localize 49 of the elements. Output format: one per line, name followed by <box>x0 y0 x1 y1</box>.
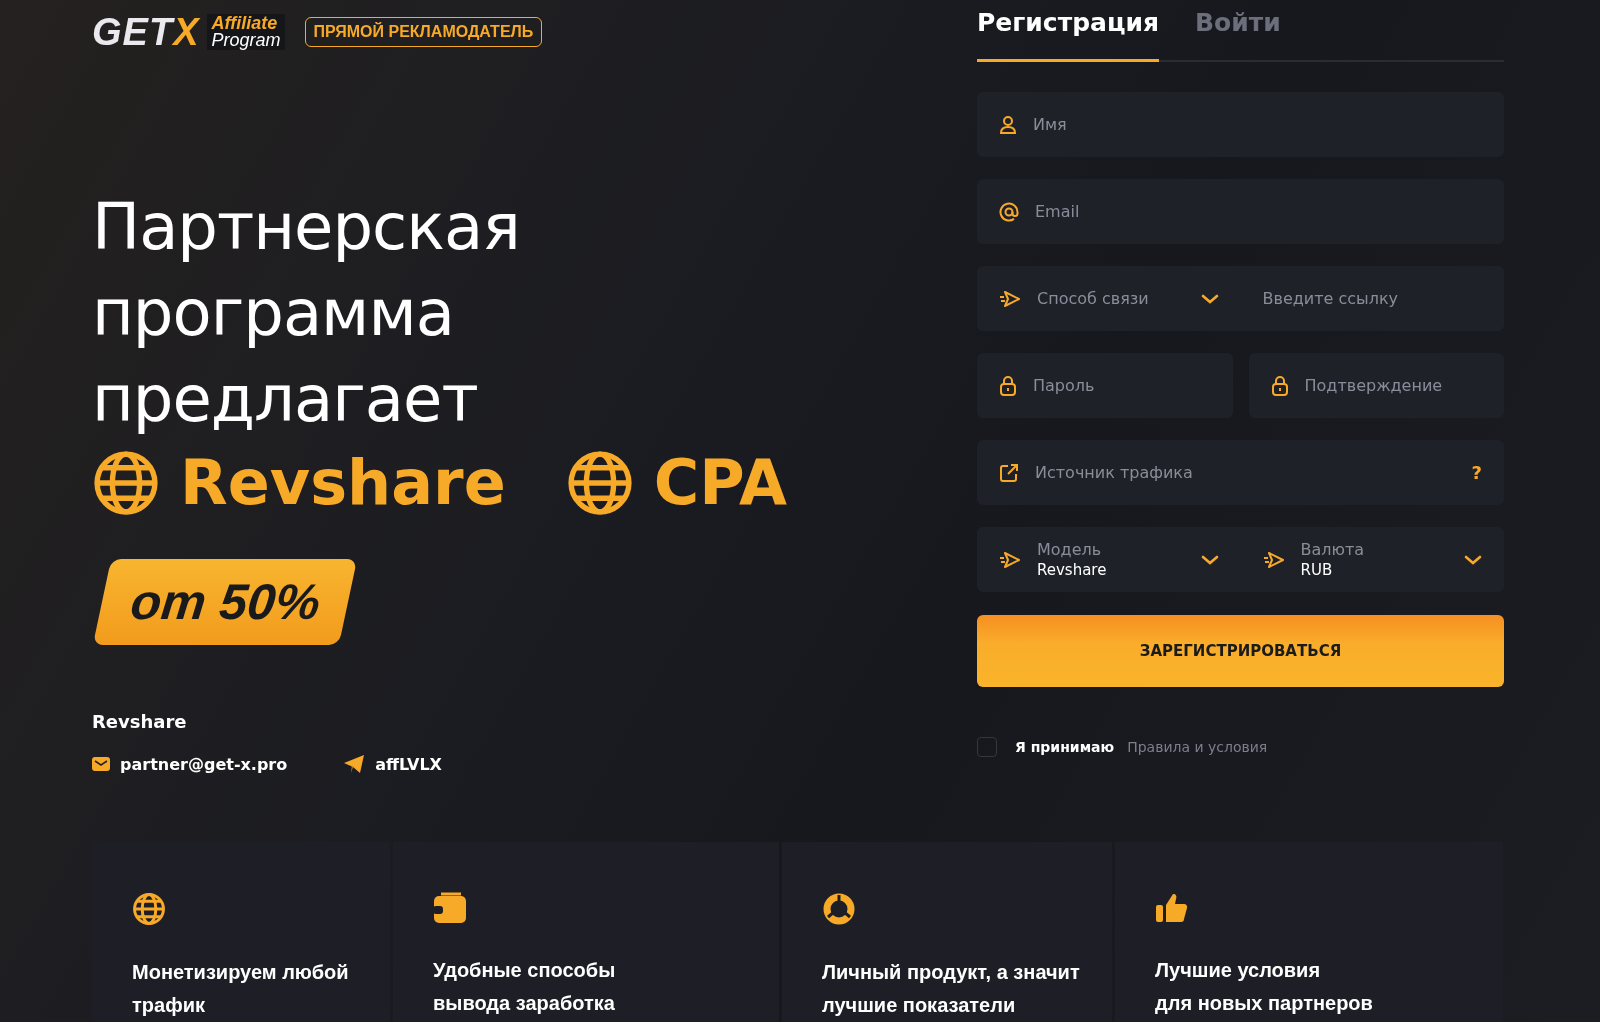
paper-plane-icon <box>999 549 1021 570</box>
input-field[interactable]: Источник трафика ? <box>977 440 1504 505</box>
input-field[interactable]: Email <box>977 179 1504 244</box>
tab[interactable]: Регистрация <box>977 0 1160 62</box>
model-name: CPA <box>653 446 787 519</box>
at-icon <box>999 201 1019 222</box>
select-field[interactable]: Способ связи <box>977 266 1241 331</box>
promo-badge: от 50% <box>92 559 358 645</box>
contact-link[interactable]: partner@get-x.pro <box>120 754 288 774</box>
paper-plane-icon <box>1262 549 1285 570</box>
user-icon <box>999 114 1017 135</box>
globe-icon <box>92 448 160 517</box>
input-field[interactable]: Имя <box>977 92 1504 157</box>
headline: Партнерская <box>92 189 520 266</box>
chevron-down-icon <box>1200 293 1219 304</box>
terms-label: Я принимаю <box>1015 739 1115 755</box>
register-button[interactable]: ЗАРЕГИСТРИРОВАТЬСЯ <box>977 615 1504 687</box>
chevron-down-icon <box>1464 554 1482 565</box>
select-field[interactable]: Валюта RUB <box>1240 527 1504 592</box>
paper-plane-icon <box>343 754 366 774</box>
globe-icon <box>565 448 634 517</box>
globe-icon <box>132 892 166 926</box>
lock-icon <box>1270 375 1289 396</box>
input-field[interactable]: Введите ссылку <box>1240 266 1504 331</box>
headline: программа <box>92 275 454 352</box>
input-field[interactable]: Пароль <box>977 353 1233 418</box>
pie-chart-icon <box>822 892 856 926</box>
wallet-icon <box>433 892 467 924</box>
headline: предлагает <box>92 361 478 438</box>
feature-title: Лучшие условия для новых партнеров <box>1155 958 1373 1016</box>
contact-heading: Revshare <box>92 711 188 732</box>
terms-checkbox[interactable] <box>977 737 997 757</box>
terms-link[interactable]: Правила и условия <box>1127 739 1268 755</box>
chevron-down-icon <box>1200 554 1219 565</box>
advertiser-badge: ПРЯМОЙ РЕКЛАМОДАТЕЛЬ <box>304 17 543 47</box>
feature-title: Личный продукт, а значит лучшие показатели <box>822 960 1080 1018</box>
envelope-icon <box>92 756 110 772</box>
lock-icon <box>999 375 1017 396</box>
help-icon[interactable]: ? <box>1471 462 1482 483</box>
model-name: Revshare <box>180 446 506 519</box>
feature-title: Удобные способы вывода заработка <box>433 958 616 1016</box>
external-link-icon <box>999 462 1019 483</box>
tab[interactable]: Войти <box>1195 0 1281 62</box>
paper-plane-icon <box>999 288 1021 309</box>
thumbs-up-icon <box>1155 892 1189 924</box>
contact-link[interactable]: affLVLX <box>375 754 442 774</box>
select-field[interactable]: Модель Revshare <box>977 527 1241 592</box>
feature-title: Монетизируем любой трафик <box>132 960 349 1018</box>
input-field[interactable]: Подтверждение <box>1248 353 1504 418</box>
